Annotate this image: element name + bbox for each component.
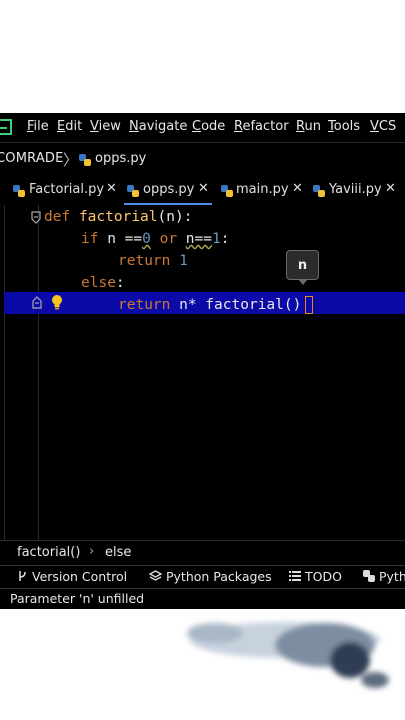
menu-edit[interactable]: Edit [57, 119, 82, 134]
close-icon[interactable]: ✕ [292, 181, 303, 196]
number-literal: 1 [179, 253, 188, 269]
code-text: ) [292, 297, 302, 313]
python-file-icon [313, 185, 325, 197]
menu-refactor[interactable]: Refactor [234, 119, 289, 134]
version-control-button[interactable]: Version Control [17, 569, 127, 584]
keyword-if: if [81, 231, 99, 247]
navigation-bar: COMRADE 〉 opps.py [0, 142, 405, 176]
breadcrumb-block[interactable]: else [105, 545, 131, 560]
gutter-border [4, 205, 5, 540]
menu-file[interactable]: File [27, 119, 49, 134]
function-name: factorial [78, 209, 158, 225]
menu-vcs[interactable]: VCS [370, 119, 396, 134]
number-literal: 1 [211, 231, 221, 247]
tool-label: Version Control [31, 569, 128, 584]
pycharm-logo-icon [0, 119, 12, 135]
fold-marker-icon[interactable] [30, 211, 42, 224]
todo-button[interactable]: TODO [289, 569, 342, 584]
breadcrumb-file[interactable]: opps.py [95, 151, 146, 166]
ide-window: File Edit View Navigate Code Refactor Ru… [0, 113, 405, 609]
keyword-return: return [118, 253, 171, 269]
tool-label: Pyth [378, 569, 405, 584]
python-file-icon [13, 185, 25, 197]
code-text: n == [98, 231, 143, 247]
lightbulb-icon[interactable] [50, 294, 64, 311]
text-caret [305, 296, 313, 314]
chevron-right-icon: › [89, 544, 95, 559]
list-icon [289, 571, 301, 581]
python-icon [363, 570, 375, 582]
code-breadcrumb: factorial() › else [0, 540, 405, 566]
tool-label: TODO [304, 569, 342, 584]
menu-run[interactable]: Run [296, 119, 321, 134]
breadcrumb-project[interactable]: COMRADE [0, 151, 64, 166]
python-file-icon [79, 154, 91, 166]
code-line-4: else: [81, 275, 125, 291]
code-editor[interactable]: def factorial(n): if n ==0 or n==1: retu… [0, 205, 405, 540]
close-icon[interactable]: ✕ [198, 181, 209, 196]
number-literal: 0 [142, 231, 151, 247]
breadcrumb-function[interactable]: factorial() [17, 545, 80, 560]
keyword-else: else [81, 275, 116, 291]
code-text: n* factorial( [170, 297, 293, 313]
background-chair-image [187, 622, 389, 688]
menu-bar: File Edit View Navigate Code Refactor Ru… [0, 113, 405, 142]
fold-end-marker-icon[interactable] [31, 296, 43, 309]
python-file-icon [221, 185, 233, 197]
python-file-icon [127, 185, 139, 197]
menu-code[interactable]: Code [192, 119, 225, 134]
branch-icon [19, 571, 26, 581]
code-text: : [220, 231, 230, 247]
parameter-info-tooltip: n [286, 250, 319, 285]
tab-label: Yaviii.py [329, 182, 382, 197]
close-icon[interactable]: ✕ [106, 181, 117, 196]
close-icon[interactable]: ✕ [385, 181, 396, 196]
tab-label: main.py [236, 182, 289, 197]
python-console-button[interactable]: Pyth [363, 569, 405, 584]
tool-label: Python Packages [165, 569, 272, 584]
code-line-3: return 1 [118, 253, 188, 269]
menu-tools[interactable]: Tools [328, 119, 360, 134]
editor-tabs: Factorial.py ✕ opps.py ✕ main.py ✕ Yavii… [0, 175, 405, 206]
code-text: : [115, 275, 125, 291]
menu-navigate[interactable]: Navigate [129, 119, 187, 134]
code-line-5: return n* factorial() [118, 297, 301, 313]
code-text: n== [185, 231, 212, 247]
layers-icon [148, 570, 163, 581]
keyword-return: return [118, 297, 171, 313]
tab-factorial[interactable]: Factorial.py ✕ [10, 175, 122, 205]
keyword-def: def [44, 209, 71, 225]
status-message: Parameter 'n' unfilled [10, 591, 145, 606]
python-packages-button[interactable]: Python Packages [148, 569, 272, 584]
tab-main[interactable]: main.py ✕ [218, 175, 308, 205]
tab-label: opps.py [143, 182, 195, 197]
chevron-right-icon: 〉 [63, 151, 79, 169]
keyword-or: or [150, 231, 186, 247]
code-text: (n): [157, 209, 193, 225]
tab-opps[interactable]: opps.py ✕ [124, 175, 212, 205]
code-line-2: if n ==0 or n==1: [81, 231, 229, 247]
tab-yaviii[interactable]: Yaviii.py ✕ [312, 175, 405, 205]
tool-window-bar: Version Control Python Packages TODO Pyt… [0, 565, 405, 589]
code-line-1: def factorial(n): [44, 209, 192, 225]
tab-label: Factorial.py [29, 182, 105, 197]
menu-view[interactable]: View [90, 119, 121, 134]
indent-guide [38, 205, 39, 540]
